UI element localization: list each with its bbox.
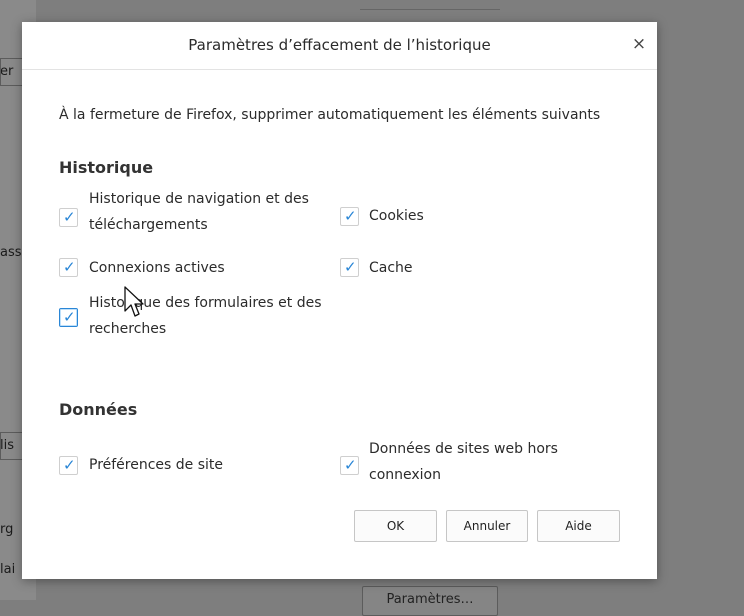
background-fragment: ass (0, 245, 22, 260)
label-offline-website-data[interactable]: Données de sites web hors connexion (369, 436, 558, 488)
label-line: connexion (369, 467, 441, 483)
label-line: Historique de navigation et des (89, 191, 309, 207)
checkbox-offline-website-data[interactable]: ✓ (340, 456, 359, 475)
label-cookies[interactable]: Cookies (369, 203, 424, 229)
checkbox-form-search-history[interactable]: ✓ (59, 308, 78, 327)
intro-text: À la fermeture de Firefox, supprimer aut… (59, 107, 601, 123)
checkbox-site-preferences[interactable]: ✓ (59, 456, 78, 475)
checkmark-icon: ✓ (63, 208, 76, 226)
background-fragment: rg (0, 522, 14, 537)
background-field (0, 58, 24, 86)
label-line: Données de sites web hors (369, 441, 558, 457)
close-icon[interactable]: × (629, 34, 649, 54)
background-fragment: lai (0, 562, 16, 577)
checkmark-icon: ✓ (63, 308, 76, 326)
dialog-titlebar: Paramètres d’effacement de l’historique … (22, 22, 657, 70)
mouse-pointer-icon (124, 286, 144, 317)
clear-history-settings-dialog: Paramètres d’effacement de l’historique … (22, 22, 657, 579)
label-line: téléchargements (89, 217, 208, 233)
checkmark-icon: ✓ (63, 456, 76, 474)
checkbox-browsing-history[interactable]: ✓ (59, 208, 78, 227)
background-settings-button: Paramètres… (362, 586, 498, 616)
background-field-top (360, 0, 500, 10)
checkmark-icon: ✓ (344, 456, 357, 474)
section-heading-data: Données (59, 400, 138, 419)
checkbox-active-logins[interactable]: ✓ (59, 258, 78, 277)
checkmark-icon: ✓ (344, 258, 357, 276)
background-fragment: lis (0, 438, 14, 453)
label-active-logins[interactable]: Connexions actives (89, 255, 225, 281)
checkbox-cache[interactable]: ✓ (340, 258, 359, 277)
help-button[interactable]: Aide (537, 510, 620, 542)
checkbox-cookies[interactable]: ✓ (340, 207, 359, 226)
checkmark-icon: ✓ (344, 207, 357, 225)
section-heading-history: Historique (59, 158, 154, 177)
ok-button[interactable]: OK (354, 510, 437, 542)
dialog-title: Paramètres d’effacement de l’historique (188, 36, 491, 54)
checkmark-icon: ✓ (63, 258, 76, 276)
label-cache[interactable]: Cache (369, 255, 413, 281)
label-site-preferences[interactable]: Préférences de site (89, 452, 223, 478)
cancel-button[interactable]: Annuler (446, 510, 528, 542)
label-browsing-history[interactable]: Historique de navigation et des téléchar… (89, 186, 309, 238)
